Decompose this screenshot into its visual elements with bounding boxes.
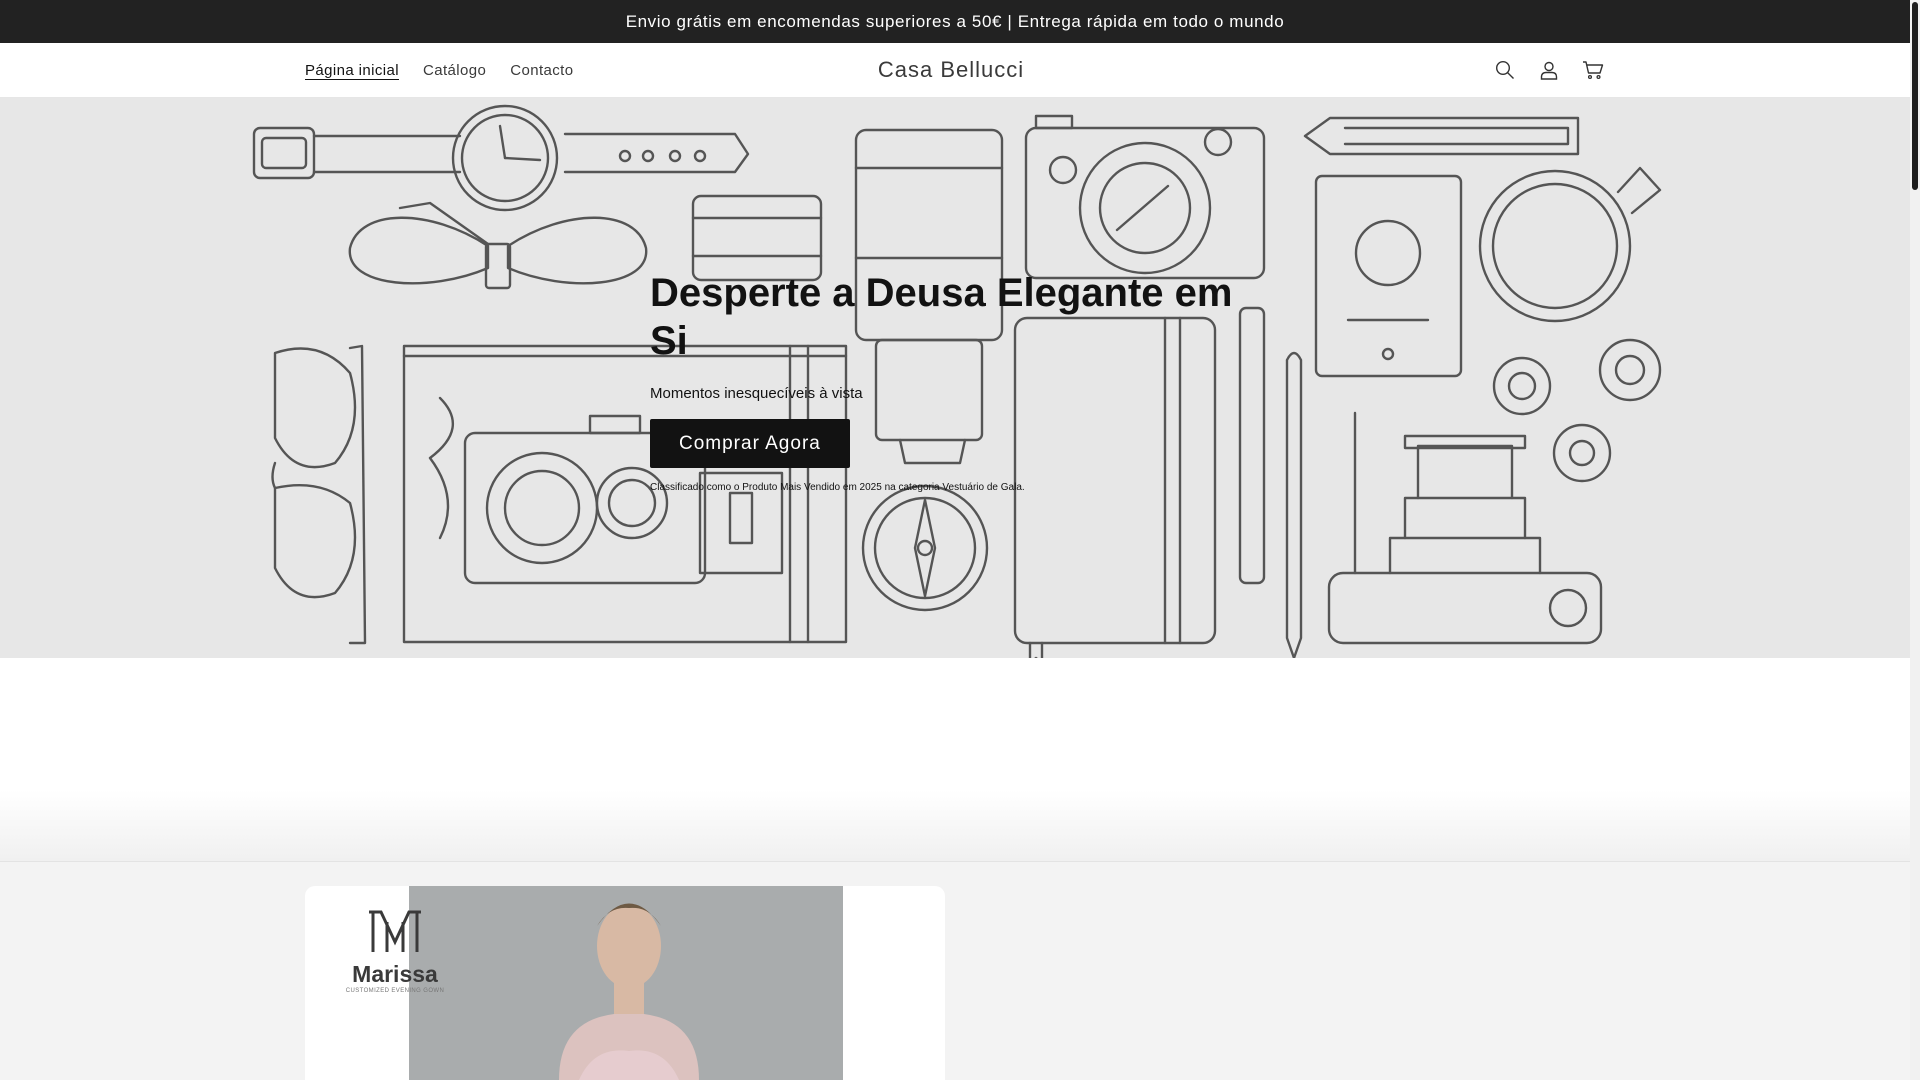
- compass-illustration: [861, 484, 989, 612]
- search-icon[interactable]: [1490, 55, 1520, 85]
- site-logo-wrap: Casa Bellucci: [0, 43, 1902, 97]
- passport-illustration: [1314, 174, 1463, 378]
- brand-logo: Marissa CUSTOMIZED EVENING GOWN: [335, 908, 455, 994]
- film-camera-illustration: [1024, 114, 1266, 280]
- site-header: Página inicial Catálogo Contacto Casa Be…: [0, 43, 1910, 98]
- brand-name: Marissa: [352, 961, 438, 987]
- vintage-camera-illustration: [1327, 411, 1603, 645]
- hero-subtitle: Momentos inesquecíveis à vista: [650, 385, 863, 402]
- product-photo[interactable]: [409, 886, 843, 1080]
- pencil-illustration: [1303, 116, 1580, 156]
- model-silhouette: [409, 886, 843, 1080]
- lens-illustration: [691, 194, 823, 282]
- brand-monogram-icon: [369, 910, 421, 952]
- nav-link-catalog[interactable]: Catálogo: [423, 62, 486, 79]
- announcement-bar: Envio grátis em encomendas superiores a …: [0, 0, 1910, 43]
- magnifier-illustration: [1478, 166, 1662, 323]
- product-image-card[interactable]: Marissa CUSTOMIZED EVENING GOWN: [305, 886, 945, 1080]
- sunglasses-illustration: [271, 344, 367, 645]
- tape-rolls-illustration: [1492, 338, 1662, 483]
- cart-icon[interactable]: [1578, 55, 1608, 85]
- site-logo[interactable]: Casa Bellucci: [878, 57, 1024, 83]
- nav-link-home[interactable]: Página inicial: [305, 62, 399, 79]
- main-nav: Página inicial Catálogo Contacto: [305, 43, 574, 97]
- account-icon[interactable]: [1534, 55, 1564, 85]
- empty-section: [0, 658, 1910, 862]
- header-icons: [1490, 43, 1608, 97]
- brand-tagline: CUSTOMIZED EVENING GOWN: [345, 988, 445, 994]
- featured-product-section: [0, 862, 1910, 1080]
- hero-note: Classificado como o Produto Mais Vendido…: [650, 482, 1025, 493]
- bowtie-illustration: [348, 201, 648, 290]
- page-scrollbar[interactable]: [1910, 0, 1920, 1080]
- scrollbar-thumb[interactable]: [1912, 2, 1918, 190]
- hero-title: Desperte a Deusa Elegante em Si: [650, 271, 1233, 363]
- hero-content: Desperte a Deusa Elegante em Si Momentos…: [650, 269, 1270, 493]
- nav-link-contact[interactable]: Contacto: [510, 62, 573, 79]
- announcement-text: Envio grátis em encomendas superiores a …: [625, 11, 1285, 31]
- watch-illustration: [252, 104, 750, 212]
- hero-banner: Desperte a Deusa Elegante em Si Momentos…: [0, 98, 1910, 658]
- shop-now-button[interactable]: Comprar Agora: [650, 419, 850, 468]
